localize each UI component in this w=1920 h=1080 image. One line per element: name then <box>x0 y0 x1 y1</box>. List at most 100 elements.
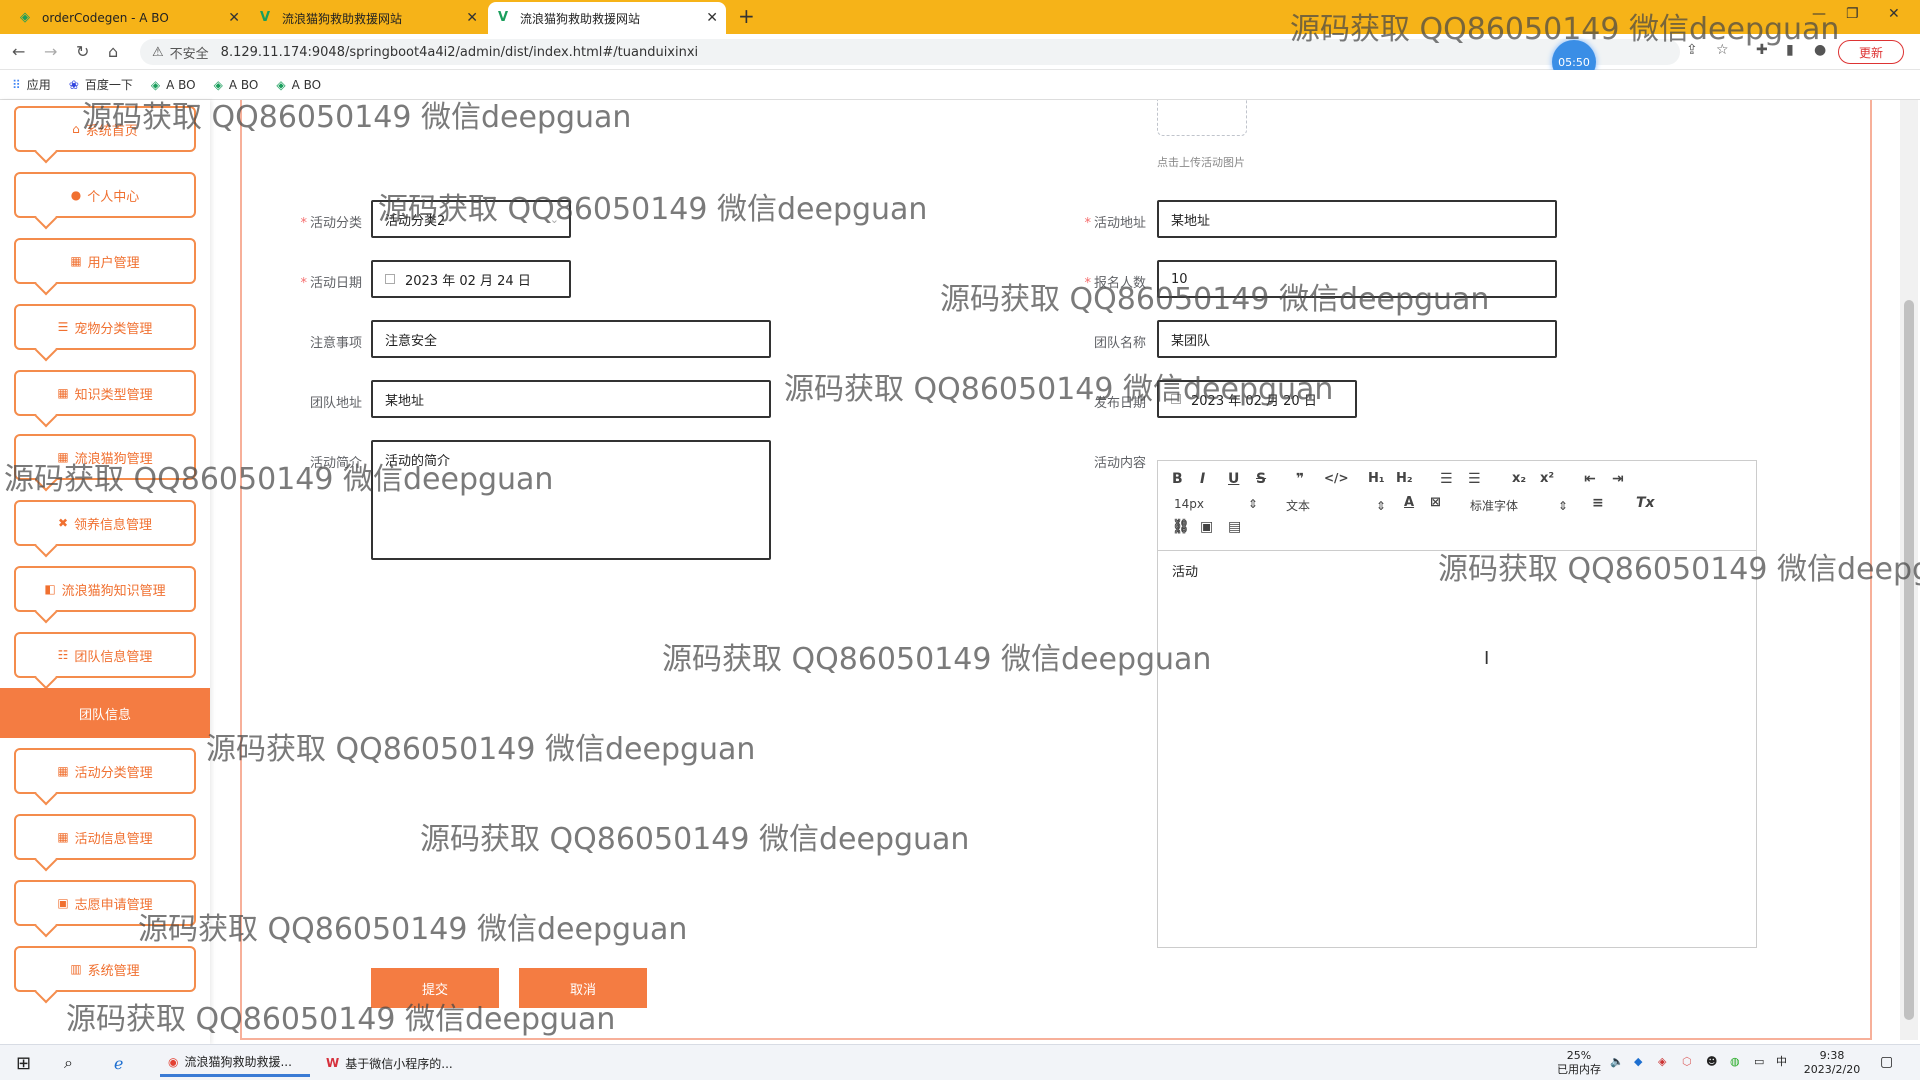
outdent-icon[interactable]: ⇤ <box>1584 471 1596 487</box>
align-icon[interactable]: ≡ <box>1592 495 1604 511</box>
close-icon[interactable]: ✕ <box>466 10 478 26</box>
category-select[interactable]: 活动分类2 ⌄ <box>371 200 571 238</box>
font-size-select[interactable]: 14px ⇕ <box>1174 497 1258 511</box>
blockquote-icon[interactable]: ❞ <box>1296 471 1304 487</box>
sidebar-item-adoption[interactable]: ✖ 领养信息管理 <box>14 500 196 546</box>
browser-tab-active[interactable]: V 流浪猫狗救助救援网站 ✕ <box>488 2 726 34</box>
bookmark-abo[interactable]: ◈ A BO <box>276 78 321 92</box>
video-icon[interactable]: ▤ <box>1228 519 1241 535</box>
taskbar-app-wps[interactable]: W 基于微信小程序的... <box>318 1049 468 1077</box>
minimize-icon[interactable]: — <box>1812 6 1826 22</box>
submit-button[interactable]: 提交 <box>371 968 499 1008</box>
network-icon[interactable]: ▭ <box>1754 1055 1764 1069</box>
browser-tab-strip: ◈ orderCodegen - A BO ✕ V 流浪猫狗救助救援网站 ✕ V… <box>0 0 1920 34</box>
update-button[interactable]: 更新 <box>1838 40 1904 64</box>
sidebar-item-system[interactable]: ▥ 系统管理 <box>14 946 196 992</box>
italic-icon[interactable]: I <box>1200 471 1205 487</box>
sidebar-item-stray[interactable]: ▦ 流浪猫狗管理 <box>14 434 196 480</box>
star-icon[interactable]: ☆ <box>1716 42 1729 58</box>
sidebar-item-home[interactable]: ⌂ 系统首页 <box>14 106 196 152</box>
clear-format-icon[interactable]: Tx <box>1636 495 1655 511</box>
sidebar-item-team[interactable]: ☷ 团队信息管理 <box>14 632 196 678</box>
image-icon[interactable]: ▣ <box>1200 519 1213 535</box>
sidebar-item-activity[interactable]: ▦ 活动信息管理 <box>14 814 196 860</box>
url-input[interactable]: ⚠ 不安全 8.129.11.174:9048/springboot4a4i2/… <box>140 39 1680 65</box>
new-tab-icon[interactable]: + <box>738 4 755 28</box>
ordered-list-icon[interactable]: ☰ <box>1440 471 1453 487</box>
sidebar-item-activity-category[interactable]: ▦ 活动分类管理 <box>14 748 196 794</box>
home-icon[interactable]: ⌂ <box>108 42 118 61</box>
search-icon[interactable]: ⌕ <box>56 1049 81 1077</box>
restore-icon[interactable]: ❐ <box>1846 6 1859 22</box>
page-scrollbar[interactable] <box>1900 100 1918 1040</box>
share-icon[interactable]: ⇪ <box>1686 42 1698 58</box>
ime-indicator[interactable]: 中 <box>1776 1055 1787 1069</box>
link-icon[interactable]: ⛓ <box>1172 519 1190 535</box>
windows-start-icon[interactable]: ⊞ <box>8 1049 39 1077</box>
editor-content[interactable]: 活动 <box>1172 561 1198 580</box>
count-input[interactable]: 10 <box>1157 260 1557 298</box>
scrollbar-thumb[interactable] <box>1904 300 1914 1020</box>
content-label: 活动内容 <box>1093 456 1146 471</box>
team-name-input[interactable]: 某团队 <box>1157 320 1557 358</box>
cancel-button[interactable]: 取消 <box>519 968 647 1008</box>
notice-input[interactable]: 注意安全 <box>371 320 771 358</box>
font-color-icon[interactable]: A <box>1404 495 1414 510</box>
text-type-select[interactable]: 文本 ⇕ <box>1286 497 1386 514</box>
close-window-icon[interactable]: ✕ <box>1888 6 1900 22</box>
reload-icon[interactable]: ↻ <box>76 42 89 61</box>
sidebar-item-pet-category[interactable]: ☰ 宠物分类管理 <box>14 304 196 350</box>
date-picker[interactable]: 2023 年 02 月 24 日 <box>371 260 571 298</box>
clock[interactable]: 9:38 2023/2/20 <box>1794 1049 1870 1077</box>
sidebar-subitem-team-info[interactable]: 团队信息 <box>0 688 210 738</box>
sidepanel-icon[interactable]: ▮ <box>1786 42 1794 58</box>
bookmark-abo[interactable]: ◈ A BO <box>151 78 196 92</box>
bold-icon[interactable]: B <box>1172 471 1183 487</box>
tray-shield-icon[interactable]: ◈ <box>1658 1055 1666 1069</box>
bookmark-baidu[interactable]: ❀ 百度一下 <box>69 76 133 93</box>
address-input[interactable]: 某地址 <box>1157 200 1557 238</box>
heading2-icon[interactable]: H₂ <box>1396 471 1413 486</box>
extension-icon[interactable]: ✚ <box>1756 42 1768 58</box>
superscript-icon[interactable]: x² <box>1540 471 1554 486</box>
bookmark-apps[interactable]: ⠿ 应用 <box>12 76 51 93</box>
tray-icon[interactable]: ⬡ <box>1682 1055 1692 1069</box>
close-icon[interactable]: ✕ <box>228 10 240 26</box>
intro-textarea[interactable]: 活动的简介 <box>371 440 771 560</box>
heading1-icon[interactable]: H₁ <box>1368 471 1385 486</box>
strikethrough-icon[interactable]: S <box>1256 471 1266 487</box>
sidebar-item-knowledge-type[interactable]: ▦ 知识类型管理 <box>14 370 196 416</box>
sidebar-item-profile[interactable]: ● 个人中心 <box>14 172 196 218</box>
font-family-select[interactable]: 标准字体 ⇕ <box>1470 497 1568 514</box>
subscript-icon[interactable]: x₂ <box>1512 471 1526 486</box>
bookmark-abo[interactable]: ◈ A BO <box>214 78 259 92</box>
taskbar-app-chrome[interactable]: ◉ 流浪猫狗救助救援... <box>160 1049 310 1077</box>
tray-icon[interactable]: ◍ <box>1730 1055 1740 1069</box>
ie-icon[interactable]: ℯ <box>106 1049 131 1077</box>
category-label: * 活动分类 <box>300 216 362 231</box>
image-upload-box[interactable] <box>1157 100 1247 136</box>
browser-tab[interactable]: V 流浪猫狗救助救援网站 ✕ <box>250 2 486 34</box>
memory-indicator[interactable]: 25% 已用内存 <box>1552 1049 1606 1077</box>
notification-icon[interactable]: ▢ <box>1880 1055 1893 1069</box>
publish-date-picker[interactable]: 2023 年 02 月 20 日 <box>1157 380 1357 418</box>
forward-icon[interactable]: → <box>44 42 57 61</box>
rich-text-editor[interactable]: B I U S ❞ </> H₁ H₂ ☰ ☰ x₂ x² ⇤ ⇥ 14px ⇕… <box>1157 460 1757 948</box>
sidebar-item-volunteer[interactable]: ▣ 志愿申请管理 <box>14 880 196 926</box>
bullet-list-icon[interactable]: ☰ <box>1468 471 1481 487</box>
tray-icon[interactable]: ◆ <box>1634 1055 1642 1069</box>
sidebar-item-users[interactable]: ▦ 用户管理 <box>14 238 196 284</box>
sidebar-item-stray-knowledge[interactable]: ◧ 流浪猫狗知识管理 <box>14 566 196 612</box>
close-icon[interactable]: ✕ <box>706 10 718 26</box>
background-color-icon[interactable]: ⊠ <box>1430 495 1441 510</box>
underline-icon[interactable]: U <box>1228 471 1239 487</box>
team-address-input[interactable]: 某地址 <box>371 380 771 418</box>
qq-icon[interactable]: ☻ <box>1706 1055 1717 1069</box>
volume-icon[interactable]: 🔈 <box>1610 1055 1624 1069</box>
browser-tab[interactable]: ◈ orderCodegen - A BO ✕ <box>10 2 248 34</box>
indent-icon[interactable]: ⇥ <box>1612 471 1624 487</box>
back-icon[interactable]: ← <box>12 42 25 61</box>
profile-icon[interactable]: ● <box>1814 42 1826 58</box>
code-icon[interactable]: </> <box>1324 471 1349 485</box>
tab-title: orderCodegen - A BO <box>42 11 169 25</box>
